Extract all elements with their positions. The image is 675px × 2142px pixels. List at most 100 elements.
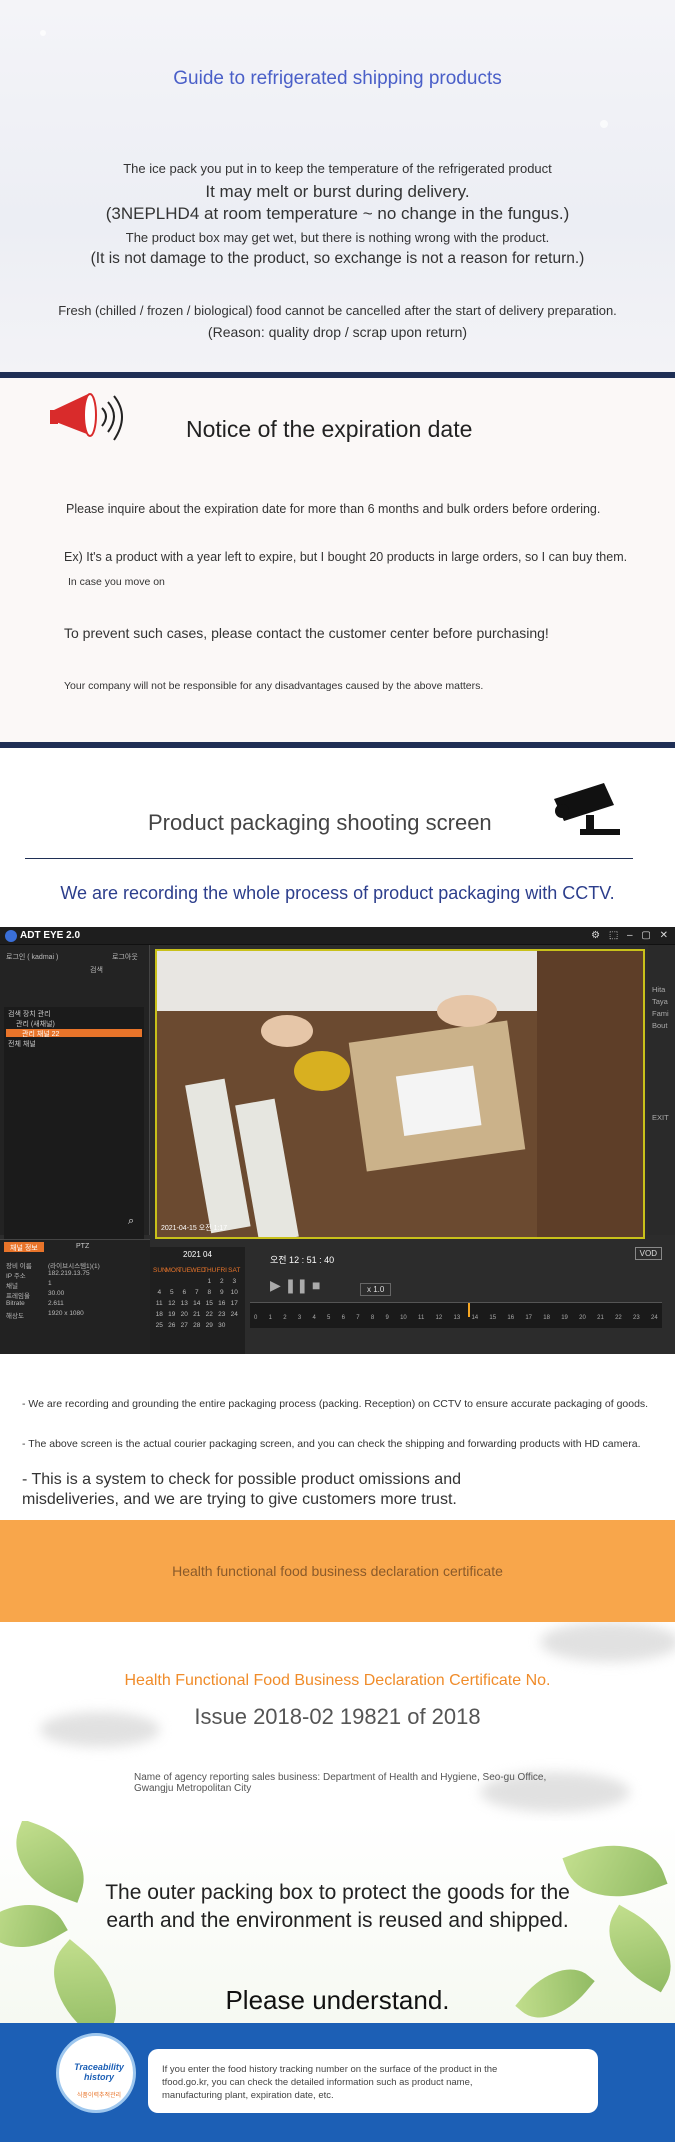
info-value: 182.219.13.75 <box>48 1270 90 1277</box>
eco-packaging-section: The outer packing box to protect the goo… <box>0 1821 675 2023</box>
info-key: Bitrate <box>6 1300 25 1307</box>
calendar-date[interactable]: 28 <box>191 1320 204 1331</box>
timeline-hour-label: 17 <box>525 1315 532 1321</box>
timeline-hour-label: 0 <box>254 1315 258 1321</box>
eco-message: The outer packing box to protect the goo… <box>0 1879 675 1935</box>
eco-line-2: earth and the environment is reused and … <box>106 1909 569 1932</box>
calendar-date[interactable]: 15 <box>203 1298 216 1309</box>
megaphone-icon <box>50 393 123 441</box>
refrigerated-guide-section: Guide to refrigerated shipping products … <box>0 0 675 372</box>
calendar-date[interactable]: 5 <box>166 1287 179 1298</box>
calendar-date[interactable]: 16 <box>216 1298 229 1309</box>
timeline-hour-label: 4 <box>312 1315 316 1321</box>
calendar-date[interactable]: 27 <box>178 1320 191 1331</box>
calendar-date[interactable]: 29 <box>203 1320 216 1331</box>
info-value: 30.00 <box>48 1290 65 1297</box>
timeline-hour-label: 14 <box>471 1315 479 1321</box>
calendar-date[interactable]: 10 <box>228 1287 241 1298</box>
calendar-date[interactable]: 12 <box>166 1298 179 1309</box>
right-toolbar: Hita Taya Fami Bout EXIT <box>648 945 675 1235</box>
timeline-hour-label: 6 <box>341 1315 345 1321</box>
info-value: 1 <box>48 1280 52 1287</box>
calendar-date[interactable]: 20 <box>178 1309 191 1320</box>
cctv-title: Product packaging shooting screen <box>148 810 492 835</box>
calendar-date[interactable]: 9 <box>216 1287 229 1298</box>
timeline[interactable]: 0 1 2 3 4 5 6 7 8 9 10 11 12 13 14 15 16 17 18 19 20 21 22 23 24 <box>250 1302 662 1328</box>
camera-feed[interactable]: 2021-04-15 오전 1:17 <box>155 949 645 1239</box>
vod-button[interactable]: VOD <box>634 1247 662 1260</box>
calendar-date[interactable]: 26 <box>166 1320 179 1331</box>
tree-item[interactable]: 관리 (새채널) <box>16 1019 55 1029</box>
calendar-date[interactable]: 1 <box>203 1276 216 1287</box>
login-status: 로그인 ( kadmai ) <box>6 954 59 961</box>
info-key: 장비 이름 <box>6 1263 32 1270</box>
tree-item-selected[interactable]: 관리 채널 22 <box>22 1029 59 1039</box>
info-key: IP 주소 <box>6 1273 26 1280</box>
playback-controls: 오전 12 : 51 : 40 ▶ ❚❚ ■ x 1.0 VOD 0123456… <box>250 1247 670 1354</box>
refrigerated-line-2: It may melt or burst during delivery. <box>205 182 470 201</box>
search-icon[interactable]: ⌕ <box>128 1215 134 1228</box>
tree-item[interactable]: 전체 채널 <box>8 1039 36 1049</box>
calendar-date[interactable]: 24 <box>228 1309 241 1320</box>
speed-indicator[interactable]: x 1.0 <box>360 1283 392 1296</box>
calendar-weekday: TUE <box>178 1267 191 1274</box>
search-tab[interactable]: 검색 <box>90 965 103 975</box>
calendar-date[interactable]: 13 <box>178 1298 191 1309</box>
calendar-month: 2021 04 <box>183 1250 212 1259</box>
window-controls[interactable]: ⚙ ⬚ – ▢ ✕ <box>591 930 671 941</box>
calendar-date[interactable]: 21 <box>191 1309 204 1320</box>
tab-ptz[interactable]: PTZ <box>70 1242 95 1252</box>
certificate-issue: Issue 2018-02 19821 of 2018 <box>194 1704 481 1729</box>
calendar-weekday: THU <box>203 1267 217 1274</box>
calendar-date[interactable]: 7 <box>191 1287 204 1298</box>
tab-channel-info[interactable]: 채널 정보 <box>4 1242 44 1252</box>
packaging-scene-image <box>157 951 643 1237</box>
app-title: ADT EYE 2.0 <box>20 930 81 941</box>
timeline-hour-label: 10 <box>400 1315 407 1321</box>
calendar-date[interactable]: 22 <box>203 1309 216 1320</box>
calendar-date[interactable]: 19 <box>166 1309 179 1320</box>
calendar-date[interactable]: 2 <box>216 1276 229 1287</box>
timeline-hour-label: 3 <box>297 1315 302 1321</box>
timeline-hour-label: 19 <box>561 1315 568 1321</box>
time-readout[interactable]: 오전 12 : 51 : 40 <box>270 1253 334 1266</box>
calendar-date[interactable]: 4 <box>153 1287 166 1298</box>
calendar-date[interactable]: 14 <box>191 1298 204 1309</box>
expiration-paragraph-3: In case you move on <box>68 576 165 588</box>
device-tree: 검색 장치 관리 관리 (새채널) 관리 채널 22 전체 채널 <box>4 1007 144 1247</box>
adt-logo-icon <box>5 930 17 942</box>
expiration-title: Notice of the expiration date <box>186 416 473 442</box>
calendar[interactable]: 2021 04 SUNMONTUEWEDTHUFRISAT1 2 34 5 6 7 8 9 10… <box>150 1247 245 1354</box>
calendar-date[interactable]: 23 <box>216 1309 229 1320</box>
exit-button[interactable]: EXIT <box>652 1113 669 1122</box>
certificate-agency: Name of agency reporting sales business:… <box>134 1772 547 1794</box>
calendar-date[interactable]: 8 <box>203 1287 216 1298</box>
timeline-hour-label: 18 <box>543 1315 550 1321</box>
expiration-paragraph-4: To prevent such cases, please contact th… <box>64 625 549 641</box>
play-pause-icon[interactable]: ▶ ❚❚ ■ <box>270 1277 320 1294</box>
calendar-date[interactable]: 25 <box>153 1320 166 1331</box>
calendar-date[interactable]: 3 <box>228 1276 241 1287</box>
title-bar: ADT EYE 2.0 ⚙ ⬚ – ▢ ✕ <box>0 927 675 945</box>
timeline-hour-label: 8 <box>370 1315 375 1321</box>
calendar-date[interactable]: 18 <box>153 1309 166 1320</box>
timeline-hour-label: 2 <box>283 1315 287 1321</box>
logout-button[interactable]: 로그아웃 <box>112 952 138 962</box>
side-label: Taya <box>652 997 668 1006</box>
info-key: 프레임율 <box>6 1293 30 1300</box>
refrigerated-line-1: The ice pack you put in to keep the temp… <box>123 161 552 176</box>
badge-title: Traceability history <box>74 2062 124 2082</box>
explanation-2: - The above screen is the actual courier… <box>22 1438 641 1450</box>
calendar-date[interactable]: 30 <box>216 1320 229 1331</box>
calendar-date[interactable]: 17 <box>228 1298 241 1309</box>
calendar-grid[interactable]: SUNMONTUEWEDTHUFRISAT1 2 34 5 6 7 8 9 1011 12 13 14… <box>153 1265 242 1331</box>
calendar-date[interactable]: 6 <box>178 1287 191 1298</box>
info-key: 채널 <box>6 1283 18 1290</box>
calendar-date[interactable]: 11 <box>153 1298 166 1309</box>
tree-item[interactable]: 검색 장치 관리 <box>8 1009 51 1019</box>
timeline-hour-label: 7 <box>356 1315 360 1321</box>
timeline-hour-label: 11 <box>418 1315 425 1321</box>
timeline-hour-label: 21 <box>597 1315 604 1321</box>
info-key: 해상도 <box>6 1313 24 1320</box>
timeline-hour-label: 16 <box>507 1315 515 1321</box>
